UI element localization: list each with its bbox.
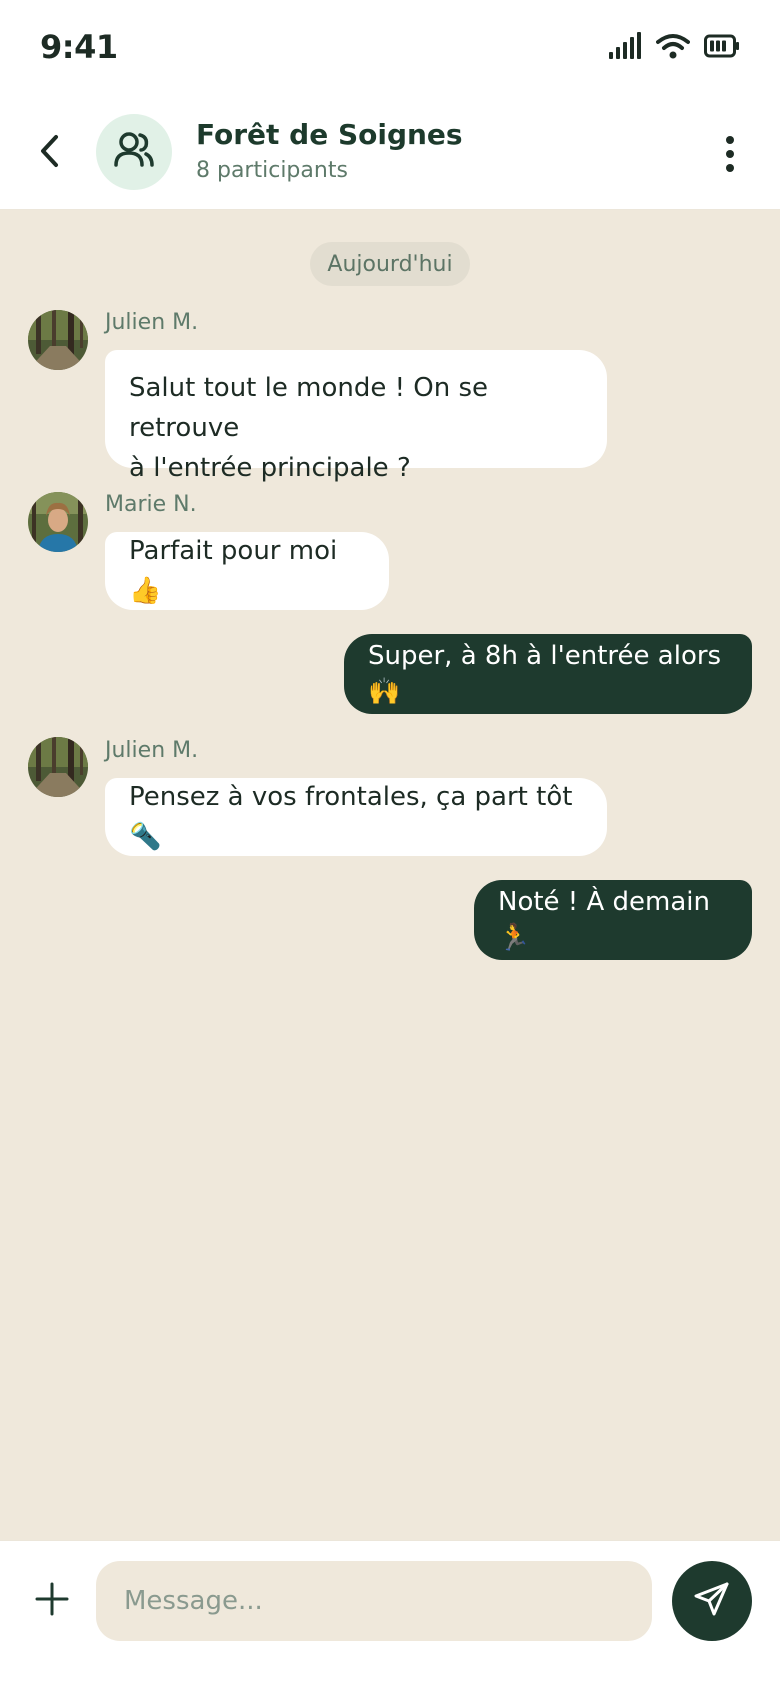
sender-name: Julien M.	[105, 738, 199, 763]
message-input[interactable]	[96, 1561, 652, 1641]
plus-icon	[34, 1581, 70, 1621]
participants-count: 8 participants	[196, 158, 348, 183]
add-attachment-button[interactable]	[28, 1577, 76, 1625]
message-composer	[0, 1540, 780, 1688]
message-list[interactable]: Aujourd'hui Julien M. Salut tout le mond…	[0, 210, 780, 1540]
chevron-left-icon	[38, 133, 62, 173]
more-options-button[interactable]	[710, 128, 750, 184]
message-text-line: à l'entrée principale ?	[129, 453, 411, 483]
date-separator: Aujourd'hui	[310, 242, 470, 286]
send-button[interactable]	[672, 1561, 752, 1641]
status-time: 9:41	[40, 28, 118, 66]
send-icon	[692, 1579, 732, 1623]
message-bubble-incoming[interactable]: Parfait pour moi 👍	[105, 532, 389, 610]
avatar-julien[interactable]	[28, 310, 88, 370]
back-button[interactable]	[30, 128, 70, 178]
more-vertical-icon	[724, 134, 736, 178]
message-text-line: Salut tout le monde ! On se retrouve	[129, 373, 489, 443]
users-icon	[113, 129, 155, 175]
signal-icon	[608, 32, 642, 64]
message-bubble-outgoing[interactable]: Super, à 8h à l'entrée alors 🙌	[344, 634, 752, 714]
chat-header: Forêt de Soignes 8 participants	[0, 100, 780, 210]
message-bubble-incoming[interactable]: Salut tout le monde ! On se retrouve à l…	[105, 350, 607, 483]
avatar-julien[interactable]	[28, 737, 88, 797]
message-bubble-outgoing[interactable]: Noté ! À demain 🏃	[474, 880, 752, 960]
message-bubble-incoming[interactable]: Pensez à vos frontales, ça part tôt 🔦	[105, 778, 607, 856]
group-avatar[interactable]	[96, 114, 172, 190]
sender-name: Marie N.	[105, 492, 197, 517]
battery-icon	[704, 34, 740, 62]
sender-name: Julien M.	[105, 310, 199, 335]
status-icons	[608, 32, 740, 64]
avatar-marie[interactable]	[28, 492, 88, 552]
wifi-icon	[656, 32, 690, 64]
chat-title[interactable]: Forêt de Soignes	[196, 118, 463, 151]
status-bar: 9:41	[0, 0, 780, 100]
